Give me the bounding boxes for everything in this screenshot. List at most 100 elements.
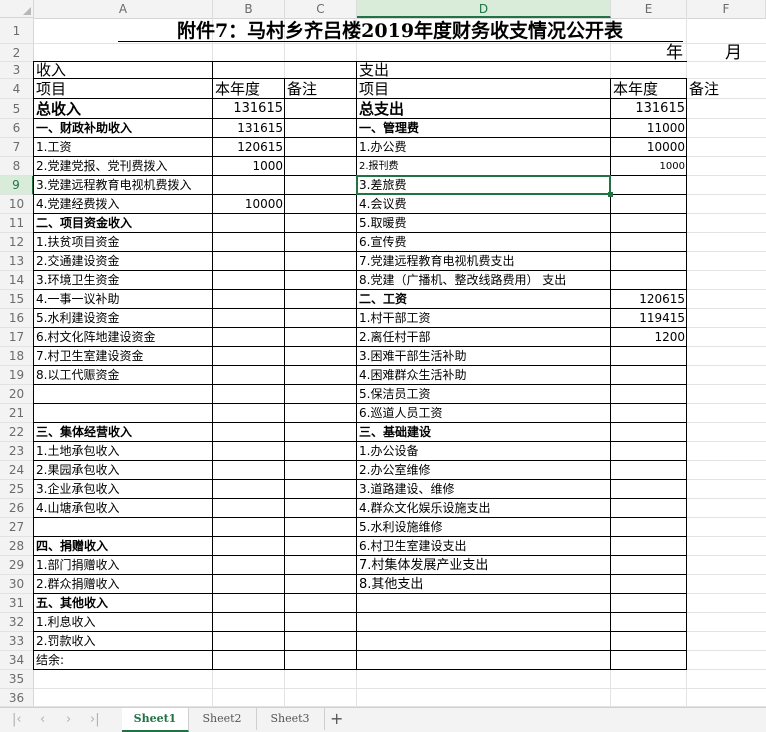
income-item-label[interactable]: 2.罚款收入 bbox=[34, 632, 213, 651]
expense-item-label[interactable]: 二、工资 bbox=[357, 290, 611, 309]
income-item-label[interactable]: 1.工资 bbox=[34, 138, 213, 157]
income-item-value[interactable] bbox=[213, 632, 285, 651]
last-sheet-icon[interactable]: ›| bbox=[90, 712, 100, 727]
income-item-value[interactable] bbox=[213, 442, 285, 461]
row-header-9[interactable]: 9 bbox=[0, 176, 34, 195]
income-item-remark[interactable] bbox=[285, 423, 357, 442]
expense-item-label[interactable]: 5.保洁员工资 bbox=[357, 385, 611, 404]
expense-item-value[interactable] bbox=[611, 499, 687, 518]
expense-item-value[interactable] bbox=[611, 480, 687, 499]
column-header-b[interactable]: B bbox=[213, 0, 285, 18]
income-item-label[interactable]: 2.果园承包收入 bbox=[34, 461, 213, 480]
income-item-label[interactable] bbox=[34, 518, 213, 537]
expense-item-remark[interactable] bbox=[687, 252, 766, 271]
income-item-remark[interactable] bbox=[285, 575, 357, 594]
expense-item-remark[interactable] bbox=[687, 233, 766, 252]
income-item-value[interactable] bbox=[213, 404, 285, 423]
expense-item-value[interactable] bbox=[611, 347, 687, 366]
row-header-36[interactable]: 36 bbox=[0, 689, 34, 707]
income-item-remark[interactable] bbox=[285, 252, 357, 271]
income-item-value[interactable] bbox=[213, 575, 285, 594]
income-item-value[interactable] bbox=[213, 480, 285, 499]
expense-item-remark[interactable] bbox=[687, 594, 766, 613]
income-item-value[interactable] bbox=[213, 518, 285, 537]
expense-item-remark[interactable] bbox=[687, 385, 766, 404]
expense-item-value[interactable]: 131615 bbox=[611, 99, 687, 119]
expense-item-label[interactable]: 4.群众文化娱乐设施支出 bbox=[357, 499, 611, 518]
row-header-10[interactable]: 10 bbox=[0, 195, 34, 214]
expense-item-label[interactable]: 7.党建远程教育电视机费支出 bbox=[357, 252, 611, 271]
income-item-label[interactable]: 二、项目资金收入 bbox=[34, 214, 213, 233]
expense-item-remark[interactable] bbox=[687, 290, 766, 309]
income-item-label[interactable]: 结余: bbox=[34, 651, 213, 670]
row-header-8[interactable]: 8 bbox=[0, 157, 34, 176]
expense-item-label[interactable]: 3.困难干部生活补助 bbox=[357, 347, 611, 366]
row-header-24[interactable]: 24 bbox=[0, 461, 34, 480]
expense-item-remark[interactable] bbox=[687, 632, 766, 651]
expense-item-value[interactable] bbox=[611, 195, 687, 214]
income-item-label[interactable]: 五、其他收入 bbox=[34, 594, 213, 613]
income-item-label[interactable]: 3.党建远程教育电视机费拨入 bbox=[34, 176, 213, 195]
income-item-remark[interactable] bbox=[285, 290, 357, 309]
plus-icon[interactable]: + bbox=[330, 709, 343, 728]
row-header-16[interactable]: 16 bbox=[0, 309, 34, 328]
income-item-remark[interactable] bbox=[285, 613, 357, 632]
column-header-f[interactable]: F bbox=[687, 0, 766, 18]
income-item-value[interactable] bbox=[213, 252, 285, 271]
income-item-label[interactable]: 5.水利建设资金 bbox=[34, 309, 213, 328]
income-item-label[interactable]: 2.群众捐赠收入 bbox=[34, 575, 213, 594]
row-header-35[interactable]: 35 bbox=[0, 670, 34, 689]
expense-item-remark[interactable] bbox=[687, 556, 766, 575]
row-header-31[interactable]: 31 bbox=[0, 594, 34, 613]
expense-item-remark[interactable] bbox=[687, 157, 766, 176]
income-item-label[interactable]: 1.土地承包收入 bbox=[34, 442, 213, 461]
row-header-30[interactable]: 30 bbox=[0, 575, 34, 594]
income-item-remark[interactable] bbox=[285, 328, 357, 347]
expense-item-value[interactable] bbox=[611, 575, 687, 594]
expense-item-remark[interactable] bbox=[687, 138, 766, 157]
row-header-20[interactable]: 20 bbox=[0, 385, 34, 404]
expense-item-label[interactable]: 6.巡道人员工资 bbox=[357, 404, 611, 423]
expense-item-label[interactable]: 3.道路建设、维修 bbox=[357, 480, 611, 499]
income-item-value[interactable] bbox=[213, 290, 285, 309]
expense-item-label[interactable]: 4.会议费 bbox=[357, 195, 611, 214]
expense-item-label[interactable] bbox=[357, 613, 611, 632]
income-item-remark[interactable] bbox=[285, 233, 357, 252]
income-item-label[interactable]: 4.一事一议补助 bbox=[34, 290, 213, 309]
expense-item-value[interactable] bbox=[611, 271, 687, 290]
expense-item-value[interactable] bbox=[611, 632, 687, 651]
income-item-remark[interactable] bbox=[285, 309, 357, 328]
row-header-5[interactable]: 5 bbox=[0, 99, 34, 119]
income-item-value[interactable] bbox=[213, 594, 285, 613]
income-item-remark[interactable] bbox=[285, 518, 357, 537]
income-year-header[interactable]: 本年度 bbox=[213, 79, 285, 99]
income-item-remark[interactable] bbox=[285, 195, 357, 214]
income-item-remark[interactable] bbox=[285, 347, 357, 366]
income-item-value[interactable]: 10000 bbox=[213, 195, 285, 214]
row-header-12[interactable]: 12 bbox=[0, 233, 34, 252]
expense-item-remark[interactable] bbox=[687, 271, 766, 290]
expense-item-remark[interactable] bbox=[687, 99, 766, 119]
income-item-label[interactable]: 7.村卫生室建设资金 bbox=[34, 347, 213, 366]
row-header-29[interactable]: 29 bbox=[0, 556, 34, 575]
expense-item-value[interactable] bbox=[611, 423, 687, 442]
first-sheet-icon[interactable]: |‹ bbox=[12, 712, 22, 727]
column-header-e[interactable]: E bbox=[611, 0, 687, 18]
income-item-remark[interactable] bbox=[285, 632, 357, 651]
expense-item-label[interactable]: 总支出 bbox=[357, 99, 611, 119]
row-header-28[interactable]: 28 bbox=[0, 537, 34, 556]
income-item-remark[interactable] bbox=[285, 404, 357, 423]
income-item-remark[interactable] bbox=[285, 119, 357, 138]
column-header-d[interactable]: D bbox=[357, 0, 611, 18]
expense-item-remark[interactable] bbox=[687, 461, 766, 480]
income-item-remark[interactable] bbox=[285, 138, 357, 157]
income-item-value[interactable]: 120615 bbox=[213, 138, 285, 157]
expense-item-label[interactable] bbox=[357, 632, 611, 651]
expense-item-header[interactable]: 项目 bbox=[357, 79, 611, 99]
expense-item-value[interactable]: 10000 bbox=[611, 138, 687, 157]
expense-item-label[interactable]: 2.办公室维修 bbox=[357, 461, 611, 480]
income-item-label[interactable]: 8.以工代赈资金 bbox=[34, 366, 213, 385]
row-header-21[interactable]: 21 bbox=[0, 404, 34, 423]
income-section-label[interactable]: 收入 bbox=[34, 62, 213, 79]
expense-item-remark[interactable] bbox=[687, 575, 766, 594]
